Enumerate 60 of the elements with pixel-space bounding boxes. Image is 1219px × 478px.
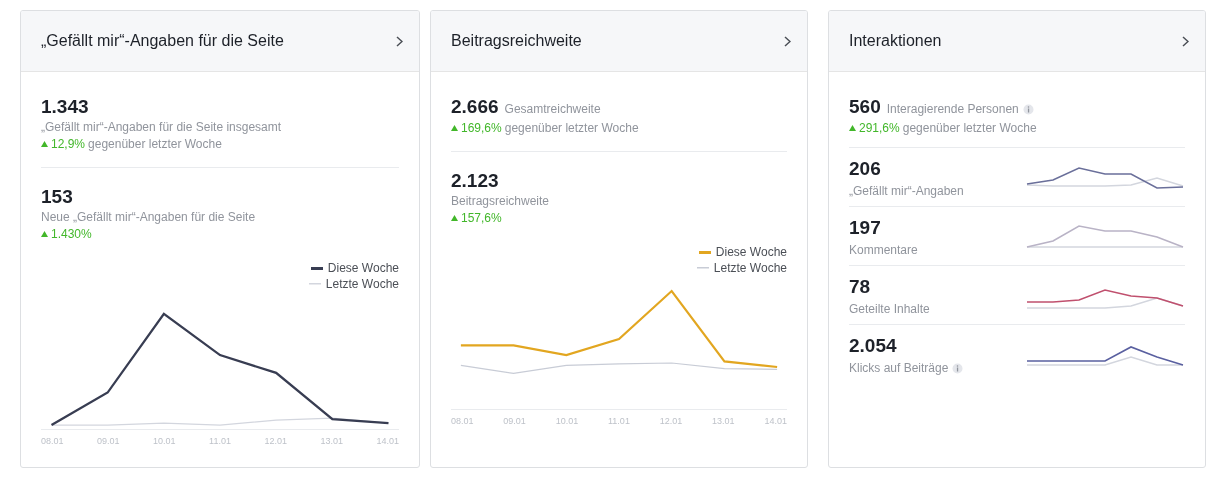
up-triangle-icon <box>451 215 458 221</box>
chevron-icon <box>784 35 791 47</box>
up-triangle-icon <box>849 125 856 131</box>
axis-label: 14.01 <box>764 416 787 426</box>
metric-label: Klicks auf Beiträge <box>849 361 949 375</box>
axis-label: 09.01 <box>503 416 526 426</box>
metric-label: Beitragsreichweite <box>451 194 551 208</box>
axis-label: 13.01 <box>712 416 735 426</box>
up-triangle-icon <box>41 231 48 237</box>
axis-label: 10.01 <box>153 436 176 446</box>
axis-label: 10.01 <box>555 416 579 426</box>
info-icon[interactable] <box>952 362 964 374</box>
card-title: Beitragsreichweite <box>451 32 582 50</box>
metric-label: Interagierende Personen <box>886 102 1019 116</box>
info-icon[interactable] <box>1022 103 1034 115</box>
axis-label: 11.01 <box>209 436 231 446</box>
card-header[interactable]: Beitragsreichweite <box>431 11 807 72</box>
change-note: gegenüber letzter Woche <box>88 137 222 151</box>
change-percent: 169,6% <box>461 121 502 135</box>
up-triangle-icon <box>451 125 458 131</box>
chevron-icon <box>1182 35 1189 47</box>
metric-value: 197 <box>849 217 882 239</box>
up-triangle-icon <box>41 141 48 147</box>
change-percent: 157,6% <box>461 211 502 225</box>
change-note: gegenüber letzter Woche <box>504 121 639 135</box>
metric-value: 78 <box>849 276 872 298</box>
legend-label: Diese Woche <box>715 245 787 259</box>
axis-label: 12.01 <box>659 416 683 426</box>
axis-label: 14.01 <box>376 436 399 446</box>
card-title: „Gefällt mir“-Angaben für die Seite <box>41 32 284 50</box>
metric-value: 206 <box>849 158 882 180</box>
legend-label: Letzte Woche <box>325 277 399 291</box>
axis-label: 08.01 <box>41 436 64 446</box>
card-header[interactable]: „Gefällt mir“-Angaben für die Seite <box>21 11 419 72</box>
card-title: Interaktionen <box>849 32 942 50</box>
legend-label: Letzte Woche <box>713 261 787 275</box>
axis-label: 09.01 <box>97 436 120 446</box>
chevron-icon <box>396 35 403 47</box>
metric-value: 2.666 <box>451 96 499 118</box>
metric-value: 560 <box>849 96 881 118</box>
metric-label: Neue „Gefällt mir“-Angaben für die Seite <box>41 210 257 224</box>
axis-label: 08.01 <box>451 416 474 426</box>
metric-label: „Gefällt mir“-Angaben für die Seite insgesamt <box>41 120 283 134</box>
metric-value: 2.123 <box>451 170 500 192</box>
axis-label: 11.01 <box>608 416 630 426</box>
metric-label: Geteilte Inhalte <box>849 302 930 316</box>
metric-label: „Gefällt mir“-Angaben <box>849 184 964 198</box>
metric-label: Gesamtreichweite <box>504 102 601 116</box>
axis-label: 13.01 <box>320 436 343 446</box>
metric-label: Kommentare <box>849 243 918 257</box>
change-percent: 291,6% <box>859 121 900 135</box>
axis-label: 12.01 <box>264 436 287 446</box>
change-note: gegenüber letzter Woche <box>902 121 1037 135</box>
legend-label: Diese Woche <box>327 261 399 275</box>
metric-value: 2.054 <box>849 335 898 357</box>
metric-value: 153 <box>41 186 74 208</box>
change-percent: 1.430% <box>51 227 92 241</box>
metric-value: 1.343 <box>41 96 90 118</box>
change-percent: 12,9% <box>51 137 86 151</box>
card-header[interactable]: Interaktionen <box>829 11 1205 72</box>
